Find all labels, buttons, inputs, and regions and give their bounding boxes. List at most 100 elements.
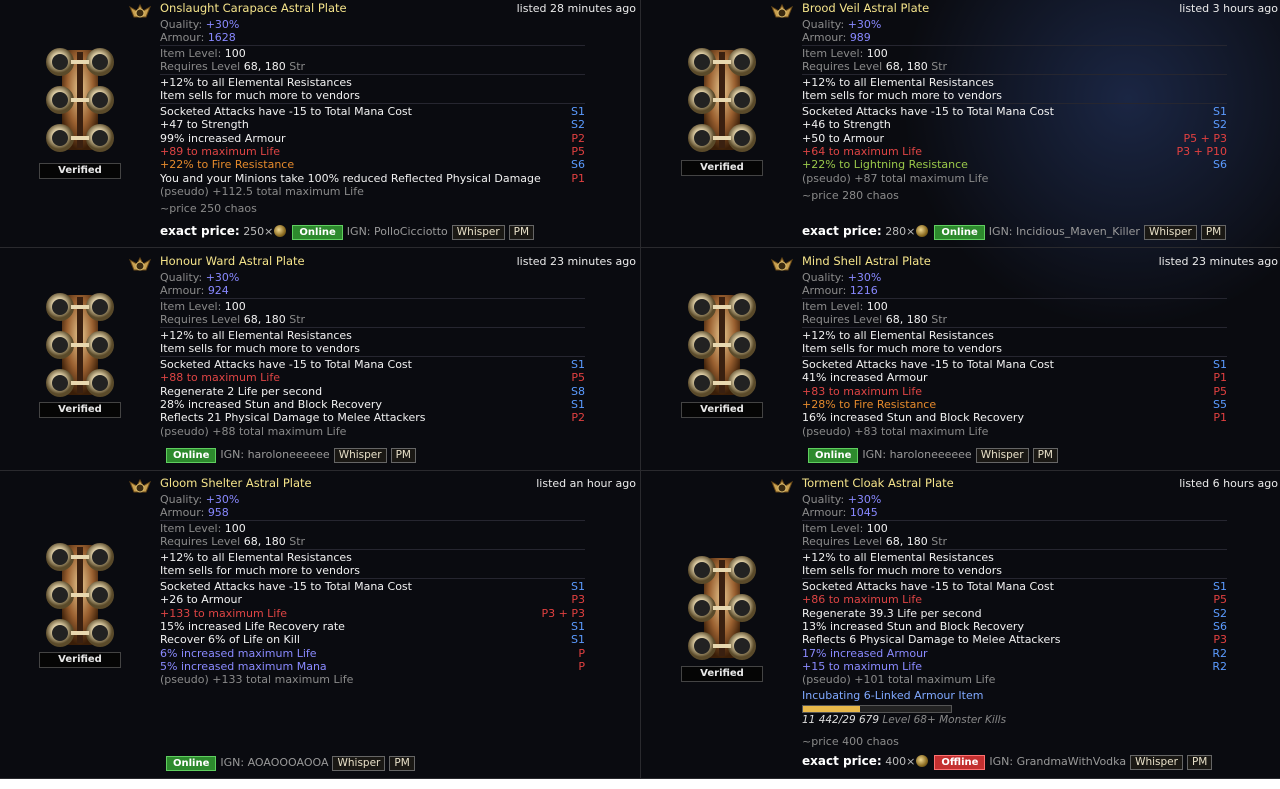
explicit-mod[interactable]: 15% increased Life Recovery rate S1 bbox=[160, 620, 585, 633]
ign-label[interactable]: IGN: Incidious_Maven_Killer bbox=[989, 225, 1140, 238]
item-image[interactable] bbox=[682, 548, 762, 668]
item-title[interactable]: Brood Veil Astral Plate bbox=[802, 1, 929, 15]
explicit-mod[interactable]: +26 to Armour P3 bbox=[160, 593, 585, 606]
explicit-mod[interactable]: Regenerate 2 Life per second S8 bbox=[160, 385, 585, 398]
status-badge: Online bbox=[166, 756, 217, 771]
mod-tier-tag: S1 bbox=[571, 633, 585, 647]
pm-button[interactable]: PM bbox=[390, 448, 416, 463]
explicit-mod[interactable]: +22% to Fire Resistance S6 bbox=[160, 158, 585, 171]
whisper-button[interactable]: Whisper bbox=[451, 225, 505, 240]
implicit-mod: Item sells for much more to vendors bbox=[160, 564, 360, 577]
explicit-mod[interactable]: 41% increased Armour P1 bbox=[802, 371, 1227, 384]
item-image[interactable] bbox=[40, 40, 120, 160]
separator bbox=[802, 298, 1227, 299]
mod-tier-tag: S2 bbox=[1213, 606, 1227, 620]
explicit-mod[interactable]: You and your Minions take 100% reduced R… bbox=[160, 172, 585, 185]
explicit-mod[interactable]: +47 to Strength S2 bbox=[160, 118, 585, 131]
explicit-mod[interactable]: (pseudo) +83 total maximum Life bbox=[802, 425, 1227, 438]
item-image[interactable] bbox=[40, 535, 120, 655]
explicit-mod[interactable]: Socketed Attacks have -15 to Total Mana … bbox=[802, 580, 1227, 593]
explicit-mod[interactable]: +64 to maximum Life P3 + P10 bbox=[802, 145, 1227, 158]
explicit-mod[interactable]: 16% increased Stun and Block Recovery P1 bbox=[802, 411, 1227, 424]
item-title[interactable]: Mind Shell Astral Plate bbox=[802, 254, 931, 268]
price-bar: exact price: 280× Online IGN: Incidious_Ma… bbox=[802, 224, 1227, 240]
explicit-mod[interactable]: Socketed Attacks have -15 to Total Mana … bbox=[160, 580, 585, 593]
explicit-mod[interactable]: +86 to maximum Life P5 bbox=[802, 593, 1227, 606]
explicit-mod[interactable]: 6% increased maximum Life P bbox=[160, 647, 585, 660]
pm-button[interactable]: PM bbox=[1186, 755, 1213, 770]
pm-button[interactable]: PM bbox=[1200, 225, 1227, 240]
mod-tier-tag: S6 bbox=[1213, 158, 1227, 172]
explicit-mod[interactable]: Socketed Attacks have -15 to Total Mana … bbox=[802, 358, 1227, 371]
item-title[interactable]: Gloom Shelter Astral Plate bbox=[160, 476, 312, 490]
explicit-mod[interactable]: 5% increased maximum Mana P bbox=[160, 660, 585, 673]
explicit-mod[interactable]: 99% increased Armour P2 bbox=[160, 132, 585, 145]
explicit-mod[interactable]: 17% increased Armour R2 bbox=[802, 647, 1227, 660]
explicit-mod[interactable]: +50 to Armour P5 + P3 bbox=[802, 132, 1227, 145]
ign-label[interactable]: IGN: GrandmaWithVodka bbox=[989, 755, 1126, 768]
mod-tier-tag: P bbox=[578, 659, 585, 673]
explicit-mod[interactable]: +133 to maximum Life P3 + P3 bbox=[160, 607, 585, 620]
ign-label[interactable]: IGN: haroloneeeeee bbox=[862, 448, 971, 461]
mod-tier-tag: P3 bbox=[1213, 633, 1227, 647]
item-image[interactable] bbox=[682, 40, 762, 160]
pm-button[interactable]: PM bbox=[1032, 448, 1058, 463]
implicit-mod: Item sells for much more to vendors bbox=[802, 89, 1002, 102]
item-image[interactable] bbox=[40, 285, 120, 405]
explicit-mod[interactable]: Reflects 6 Physical Damage to Melee Atta… bbox=[802, 633, 1227, 646]
mod-tier-tag: P5 bbox=[571, 371, 585, 385]
explicit-mod[interactable]: +28% to Fire Resistance S5 bbox=[802, 398, 1227, 411]
explicit-mod[interactable]: Socketed Attacks have -15 to Total Mana … bbox=[160, 358, 585, 371]
item-image[interactable] bbox=[682, 285, 762, 405]
whisper-button[interactable]: Whisper bbox=[1130, 755, 1183, 770]
explicit-mod[interactable]: Socketed Attacks have -15 to Total Mana … bbox=[160, 105, 585, 118]
whisper-button[interactable]: Whisper bbox=[333, 448, 387, 463]
pm-button[interactable]: PM bbox=[508, 225, 535, 240]
mod-tier-tag: P1 bbox=[1213, 411, 1227, 425]
explicit-mod[interactable]: (pseudo) +87 total maximum Life bbox=[802, 172, 1227, 185]
explicit-mod[interactable]: +22% to Lightning Resistance S6 bbox=[802, 158, 1227, 171]
explicit-mod[interactable]: (pseudo) +133 total maximum Life bbox=[160, 673, 585, 686]
explicit-mod[interactable]: +15 to maximum Life R2 bbox=[802, 660, 1227, 673]
ign-label[interactable]: IGN: AOAOOOAOOA bbox=[220, 756, 328, 769]
armour-line: Armour: 924 bbox=[160, 284, 229, 297]
astral-plate-icon bbox=[688, 48, 756, 152]
item-title[interactable]: Torment Cloak Astral Plate bbox=[802, 476, 954, 490]
separator bbox=[160, 578, 585, 579]
pm-button[interactable]: PM bbox=[389, 756, 415, 771]
whisper-button[interactable]: Whisper bbox=[975, 448, 1029, 463]
league-crest bbox=[129, 478, 151, 498]
separator bbox=[802, 45, 1227, 46]
ign-label[interactable]: IGN: haroloneeeeee bbox=[220, 448, 329, 461]
item-title[interactable]: Honour Ward Astral Plate bbox=[160, 254, 305, 268]
explicit-mod[interactable]: (pseudo) +88 total maximum Life bbox=[160, 425, 585, 438]
exact-price-label: exact price: bbox=[160, 224, 240, 238]
explicit-mod[interactable]: Reflects 21 Physical Damage to Melee Att… bbox=[160, 411, 585, 424]
armour-line: Armour: 1628 bbox=[160, 31, 236, 44]
separator bbox=[160, 298, 585, 299]
whisper-button[interactable]: Whisper bbox=[1143, 225, 1197, 240]
item-level-line: Item Level: 100 bbox=[160, 522, 246, 535]
incubator-label: Incubating 6-Linked Armour Item bbox=[802, 689, 984, 703]
whisper-button[interactable]: Whisper bbox=[332, 756, 386, 771]
explicit-mod[interactable]: +46 to Strength S2 bbox=[802, 118, 1227, 131]
ign-label[interactable]: IGN: PolloCicciotto bbox=[347, 225, 448, 238]
explicit-mod[interactable]: +88 to maximum Life P5 bbox=[160, 371, 585, 384]
explicit-mod[interactable]: +89 to maximum Life P5 bbox=[160, 145, 585, 158]
league-crest-icon bbox=[771, 3, 793, 18]
explicit-mod[interactable]: 13% increased Stun and Block Recovery S6 bbox=[802, 620, 1227, 633]
explicit-mod[interactable]: (pseudo) +112.5 total maximum Life bbox=[160, 185, 585, 198]
explicit-mod[interactable]: (pseudo) +101 total maximum Life bbox=[802, 673, 1227, 686]
listed-time: listed 23 minutes ago bbox=[1158, 255, 1278, 268]
item-title[interactable]: Onslaught Carapace Astral Plate bbox=[160, 1, 347, 15]
explicit-mod[interactable]: +83 to maximum Life P5 bbox=[802, 385, 1227, 398]
explicit-mod[interactable]: Regenerate 39.3 Life per second S2 bbox=[802, 607, 1227, 620]
explicit-mod[interactable]: Recover 6% of Life on Kill S1 bbox=[160, 633, 585, 646]
mod-tier-tag: P1 bbox=[571, 171, 585, 185]
implicit-mod: +12% to all Elemental Resistances bbox=[160, 551, 352, 564]
price-bar: Online IGN: haroloneeeeee Whisper PM bbox=[160, 448, 416, 464]
explicit-mod[interactable]: 28% increased Stun and Block Recovery S1 bbox=[160, 398, 585, 411]
mod-tier-tag: P bbox=[578, 646, 585, 660]
exact-price-value: 250× bbox=[243, 225, 274, 238]
explicit-mod[interactable]: Socketed Attacks have -15 to Total Mana … bbox=[802, 105, 1227, 118]
